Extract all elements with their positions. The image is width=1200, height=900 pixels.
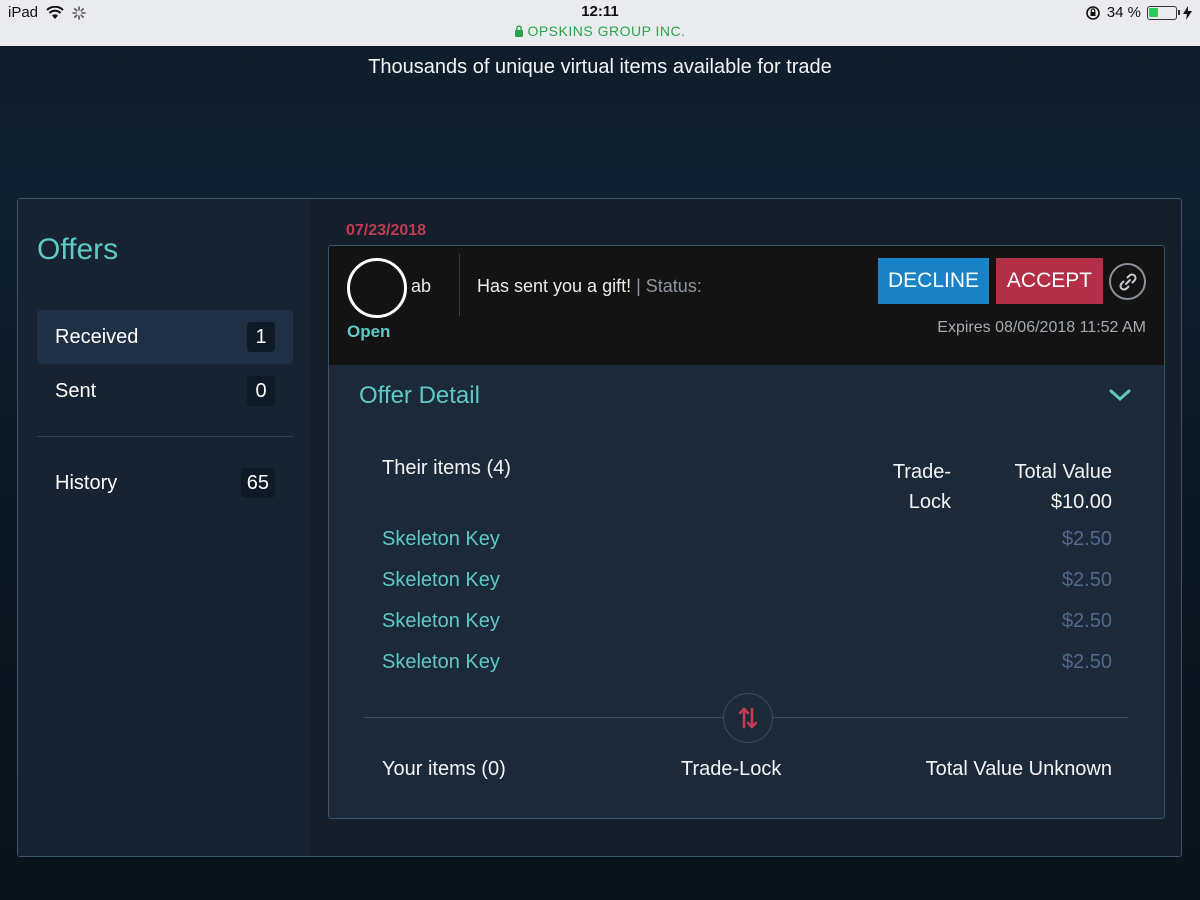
item-price: $2.50 — [1061, 528, 1112, 550]
charging-icon — [1183, 5, 1192, 20]
battery-icon — [1147, 5, 1180, 20]
total-value-header: Total Value $10.00 — [1015, 457, 1112, 517]
list-item[interactable]: Skeleton Key $2.50 — [382, 569, 1112, 599]
offer-date: 07/23/2018 — [346, 222, 427, 239]
sidebar-title: Offers — [37, 233, 119, 266]
clock: 12:11 — [581, 3, 619, 20]
your-trade-lock-label: Trade-Lock — [681, 758, 782, 780]
their-items-label: Their items (4) — [382, 457, 511, 479]
status-label: | Status: — [636, 276, 702, 296]
swap-button[interactable] — [723, 693, 773, 743]
sidebar: Offers Received 1 Sent 0 History 65 — [18, 199, 310, 856]
battery-percent: 34 % — [1106, 4, 1141, 21]
total-value-label: Total Value — [1014, 461, 1112, 483]
item-name[interactable]: Skeleton Key — [382, 651, 500, 681]
your-total-value: Total Value Unknown — [925, 758, 1112, 780]
trade-lock-header: Trade-Lock — [892, 461, 951, 513]
avatar[interactable] — [347, 258, 407, 318]
sidebar-item-history[interactable]: History 65 — [37, 456, 293, 510]
list-item[interactable]: Skeleton Key $2.50 — [382, 651, 1112, 681]
offer-card: ab Open Has sent you a gift! | Status: D… — [328, 245, 1165, 819]
sidebar-divider — [37, 436, 293, 437]
sidebar-item-sent[interactable]: Sent 0 — [37, 364, 293, 418]
header-divider — [459, 254, 460, 316]
list-item[interactable]: Skeleton Key $2.50 — [382, 528, 1112, 558]
count-badge: 65 — [240, 468, 275, 498]
share-link-button[interactable] — [1109, 263, 1146, 300]
chevron-down-icon[interactable] — [1108, 386, 1132, 404]
site-name: OPSKINS GROUP INC. — [527, 23, 686, 39]
offer-detail-title: Offer Detail — [359, 382, 480, 409]
user-name[interactable]: ab — [411, 276, 431, 297]
battery-fill — [1149, 7, 1158, 17]
offers-panel: Offers Received 1 Sent 0 History 65 07/2… — [17, 198, 1182, 857]
offer-header: ab Open Has sent you a gift! | Status: D… — [329, 246, 1164, 365]
site-identity: OPSKINS GROUP INC. — [0, 23, 1200, 39]
sidebar-item-label: Received — [55, 325, 139, 348]
item-name[interactable]: Skeleton Key — [382, 610, 500, 640]
sidebar-item-label: Sent — [55, 379, 97, 402]
item-price: $2.50 — [1061, 610, 1112, 632]
list-item[interactable]: Skeleton Key $2.50 — [382, 610, 1112, 640]
item-price: $2.50 — [1061, 569, 1112, 591]
item-price: $2.50 — [1061, 651, 1112, 673]
status-bar: iPad 12:11 OPSKINS GROUP INC. 34 % — [0, 0, 1200, 46]
message-text: Has sent you a gift! — [477, 276, 632, 296]
sidebar-item-label: History — [55, 471, 118, 494]
decline-button[interactable]: DECLINE — [878, 258, 989, 304]
total-value-amount: $10.00 — [1050, 491, 1112, 513]
accept-button[interactable]: ACCEPT — [996, 258, 1103, 304]
expiry-text: Expires 08/06/2018 11:52 AM — [937, 319, 1146, 336]
item-name[interactable]: Skeleton Key — [382, 528, 500, 558]
swap-icon — [738, 707, 758, 729]
your-items-label: Your items (0) — [382, 758, 506, 780]
count-badge: 0 — [247, 376, 275, 406]
link-icon — [1118, 272, 1137, 291]
offer-content: 07/23/2018 ab Open Has sent you a gift! … — [310, 199, 1181, 856]
offer-state: Open — [347, 322, 391, 341]
tagline: Thousands of unique virtual items availa… — [368, 56, 832, 78]
sidebar-item-received[interactable]: Received 1 — [37, 310, 293, 364]
item-name[interactable]: Skeleton Key — [382, 569, 500, 599]
count-badge: 1 — [247, 322, 275, 352]
lock-icon — [515, 25, 524, 37]
offer-message: Has sent you a gift! | Status: — [477, 276, 702, 297]
orientation-lock-icon — [1085, 5, 1100, 20]
